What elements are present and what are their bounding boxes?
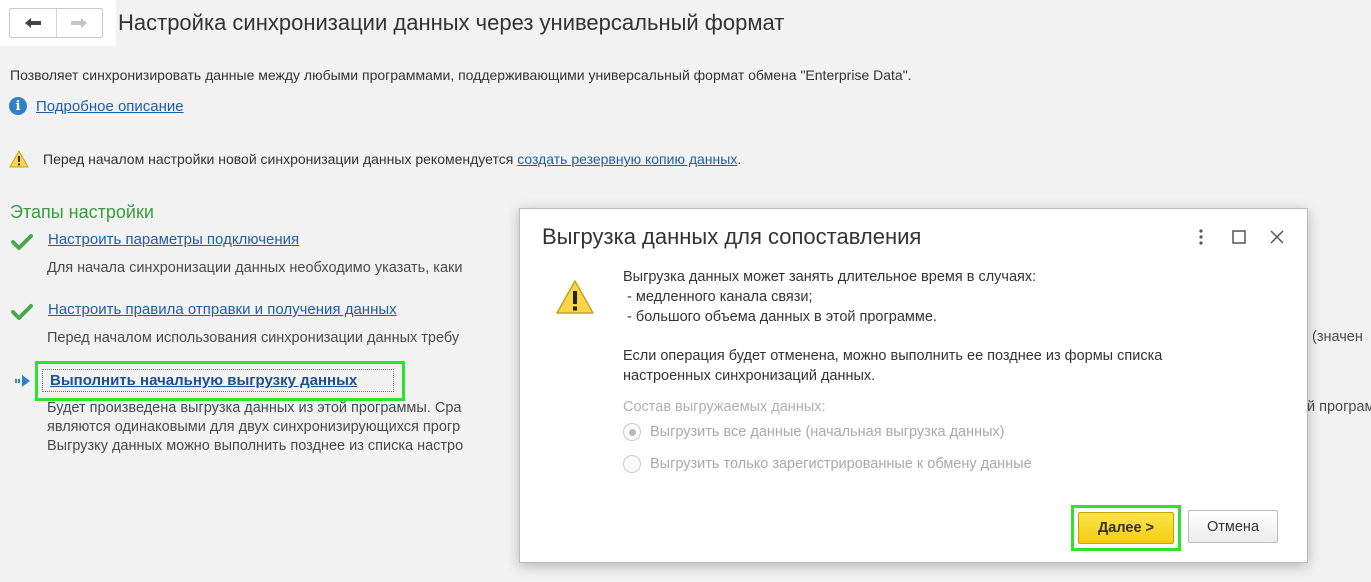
highlight-frame: Далее > (1071, 505, 1181, 551)
radio-button[interactable] (623, 423, 641, 441)
warning-icon (9, 150, 29, 168)
page-title: Настройка синхронизации данных через уни… (118, 10, 785, 35)
warning-icon (556, 280, 594, 314)
create-backup-link[interactable]: создать резервную копию данных (517, 151, 737, 167)
stage-rules-desc: Перед началом использования синхронизаци… (47, 330, 460, 346)
backup-warning: Перед началом настройки новой синхрониза… (9, 150, 741, 168)
message-line: - большого объема данных в этой программ… (623, 309, 937, 325)
dialog-title: Выгрузка данных для сопоставления (542, 224, 922, 249)
checkmark-icon (11, 304, 33, 320)
dialog-message: Выгрузка данных может занять длительное … (623, 267, 1162, 386)
stage-export-desc-right: й програм (1307, 399, 1371, 415)
stage-initial-export-link[interactable]: Выполнить начальную выгрузку данных (42, 369, 394, 392)
back-button[interactable] (10, 9, 56, 37)
maximize-icon[interactable] (1229, 227, 1249, 247)
detailed-description-link[interactable]: Подробное описание (36, 98, 184, 115)
export-composition-label: Состав выгружаемых данных: (623, 399, 826, 415)
cancel-button[interactable]: Отмена (1188, 510, 1278, 543)
info-line: i Подробное описание (9, 97, 184, 115)
stage-export-desc-line: Будет произведена выгрузка данных из это… (47, 400, 462, 416)
info-icon: i (9, 97, 27, 115)
stage-export-desc: Будет произведена выгрузка данных из это… (47, 399, 463, 456)
message-line: - медленного канала связи; (623, 289, 813, 305)
stage-connection-settings-desc: Для начала синхронизации данных необходи… (47, 260, 463, 276)
current-step-arrow-icon (15, 375, 30, 387)
export-dialog: Выгрузка данных для сопоставления Выгруз… (519, 208, 1308, 563)
stage-export-desc-line: являются одинаковыми для двух синхронизи… (47, 419, 461, 435)
arrow-left-icon (24, 18, 41, 28)
stage-rules-desc-right: (значен (1312, 329, 1363, 345)
message-line: настроенных синхронизаций данных. (623, 368, 876, 384)
message-line: Если операция будет отменена, можно выпо… (623, 348, 1163, 364)
stage-connection-settings-link[interactable]: Настроить параметры подключения (48, 231, 299, 248)
stage-export-desc-line: Выгрузку данных можно выполнить позднее … (47, 438, 464, 454)
page-description: Позволяет синхронизировать данные между … (10, 67, 912, 83)
nav-area (0, 0, 116, 46)
message-line: Выгрузка данных может занять длительное … (623, 269, 1037, 285)
forward-button[interactable] (55, 9, 103, 37)
more-icon[interactable] (1191, 227, 1211, 247)
warning-text-main: Перед началом настройки новой синхрониза… (43, 151, 518, 167)
radio-export-registered[interactable]: Выгрузить только зарегистрированные к об… (623, 455, 1032, 473)
warning-text: Перед началом настройки новой синхрониза… (43, 151, 741, 167)
nav-buttons (9, 8, 103, 38)
checkmark-icon (11, 234, 33, 250)
radio-export-all[interactable]: Выгрузить все данные (начальная выгрузка… (623, 423, 1005, 441)
radio-label: Выгрузить только зарегистрированные к об… (650, 456, 1032, 472)
dialog-controls (1191, 227, 1287, 247)
stages-title: Этапы настройки (10, 202, 154, 222)
arrow-right-icon (71, 18, 88, 28)
radio-label: Выгрузить все данные (начальная выгрузка… (650, 424, 1005, 440)
radio-button[interactable] (623, 455, 641, 473)
close-icon[interactable] (1267, 227, 1287, 247)
stage-rules-link[interactable]: Настроить правила отправки и получения д… (48, 301, 397, 318)
next-button[interactable]: Далее > (1078, 512, 1174, 544)
highlight-frame: Выполнить начальную выгрузку данных (35, 361, 405, 401)
warning-text-end: . (737, 151, 742, 167)
